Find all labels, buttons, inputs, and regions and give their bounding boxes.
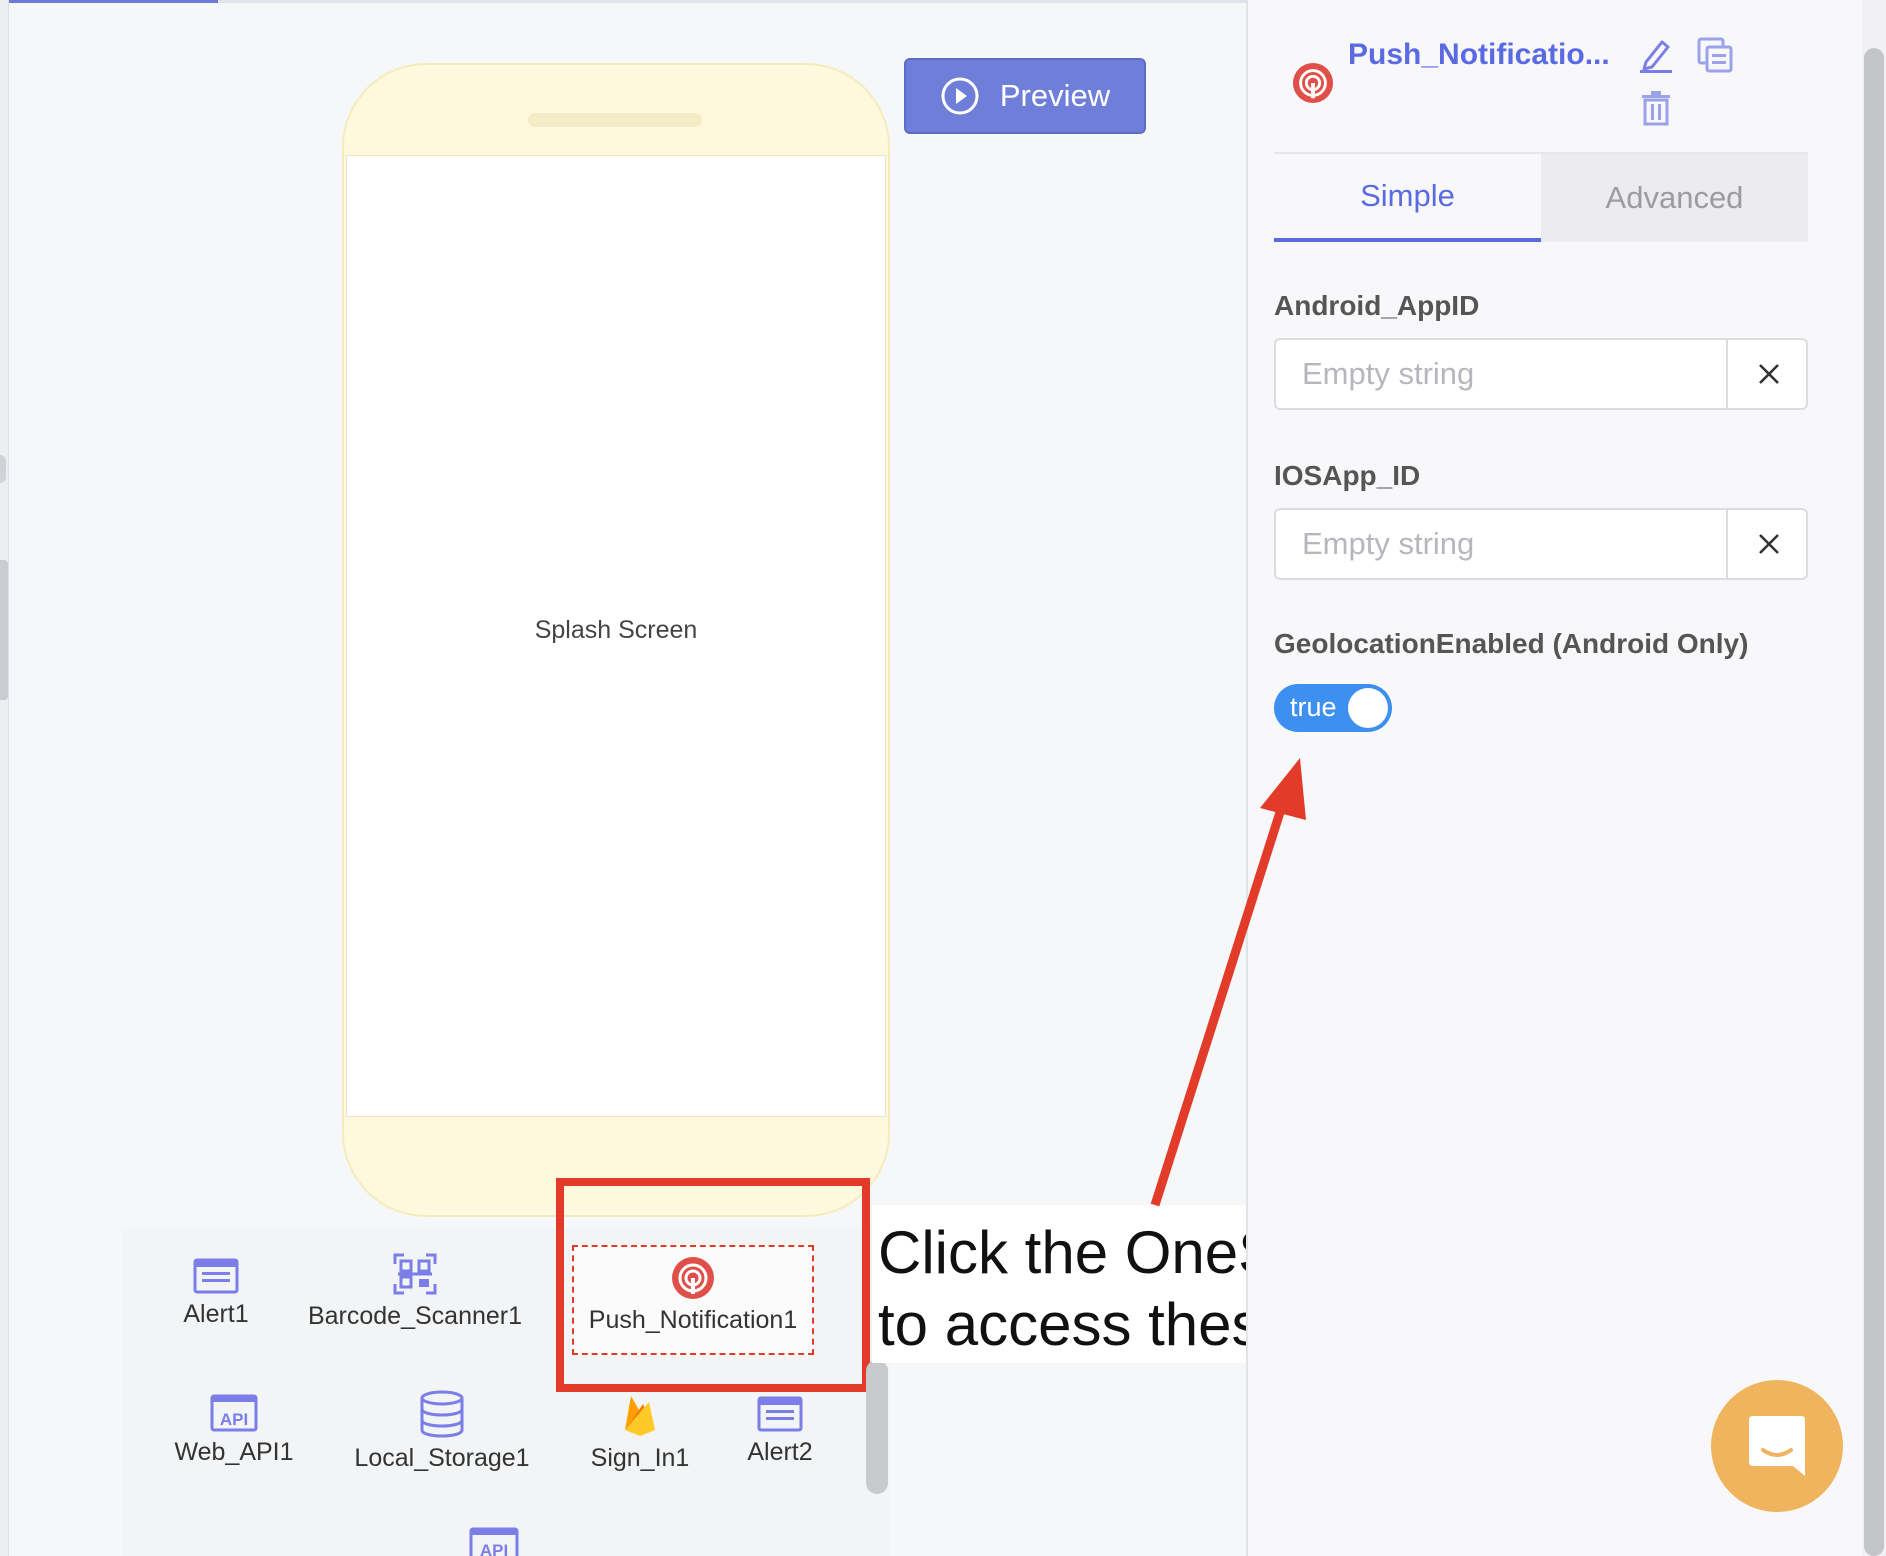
preview-button[interactable]: Preview [904,58,1146,134]
component-push-notification1[interactable]: Push_Notification1 [578,1256,808,1335]
panel-scrollbar-thumb[interactable] [1864,48,1884,1556]
phone-screen[interactable]: Splash Screen [346,155,886,1117]
geolocation-label: GeolocationEnabled (Android Only) [1274,628,1749,659]
chat-launcher-button[interactable] [1711,1380,1843,1512]
firebase-icon [625,1396,655,1436]
ios-appid-clear-button[interactable] [1726,510,1810,578]
barcode-scanner-icon [393,1253,437,1295]
alert-icon [757,1396,803,1432]
geolocation-toggle[interactable]: true [1274,684,1392,732]
tray-scrollbar[interactable] [866,1360,888,1494]
trash-icon[interactable] [1640,90,1672,126]
tab-simple[interactable]: Simple [1274,154,1541,242]
left-panel-handle[interactable] [0,455,6,483]
component-label: Web_API1 [174,1438,294,1466]
ios-appid-field [1274,508,1808,580]
play-icon [941,77,979,115]
component-web-api1[interactable]: API Web_API1 [164,1394,304,1467]
onesignal-icon [1292,62,1334,104]
component-local-storage1[interactable]: Local_Storage1 [342,1390,542,1473]
panel-scrollbar[interactable] [1862,0,1886,1556]
android-appid-field [1274,338,1808,410]
component-label: Sign_In1 [590,1444,690,1472]
duplicate-icon[interactable] [1696,36,1734,74]
android-appid-clear-button[interactable] [1726,340,1810,408]
component-name-title: Push_Notificatio... [1348,38,1610,71]
component-label: Barcode_Scanner1 [307,1302,523,1330]
api-icon-partial[interactable]: API [468,1526,520,1556]
android-appid-label: Android_AppID [1274,290,1480,321]
component-alert2[interactable]: Alert2 [736,1396,824,1467]
alert-icon [193,1258,239,1294]
svg-text:API: API [220,1410,248,1429]
component-barcode-scanner1[interactable]: Barcode_Scanner1 [300,1252,530,1331]
android-appid-input[interactable] [1276,340,1726,408]
phone-frame: Splash Screen [342,63,890,1217]
ios-appid-input[interactable] [1276,510,1726,578]
component-label: Alert1 [183,1300,249,1328]
edit-icon[interactable] [1638,36,1674,74]
database-icon [420,1390,464,1438]
component-label: Alert2 [747,1438,813,1466]
onesignal-icon [672,1257,714,1299]
close-icon [1759,364,1779,384]
left-panel-scrollbar[interactable] [0,560,8,700]
tab-advanced[interactable]: Advanced [1541,154,1808,242]
toggle-state-text: true [1290,692,1337,722]
svg-text:API: API [480,1541,508,1556]
toggle-knob [1348,688,1388,728]
component-alert1[interactable]: Alert1 [172,1258,260,1329]
ios-appid-label: IOSApp_ID [1274,460,1421,491]
api-icon: API [210,1394,258,1432]
preview-button-label: Preview [999,78,1111,113]
component-label: Local_Storage1 [354,1444,530,1472]
component-sign-in1[interactable]: Sign_In1 [582,1392,698,1473]
close-icon [1759,534,1779,554]
left-panel-edge [0,0,9,1556]
component-label: Push_Notification1 [588,1306,798,1334]
chat-icon [1749,1416,1805,1476]
screen-name-label: Splash Screen [534,616,698,644]
property-tabs: Simple Advanced [1274,152,1808,244]
top-progress-accent [0,0,218,3]
phone-speaker [528,113,702,127]
